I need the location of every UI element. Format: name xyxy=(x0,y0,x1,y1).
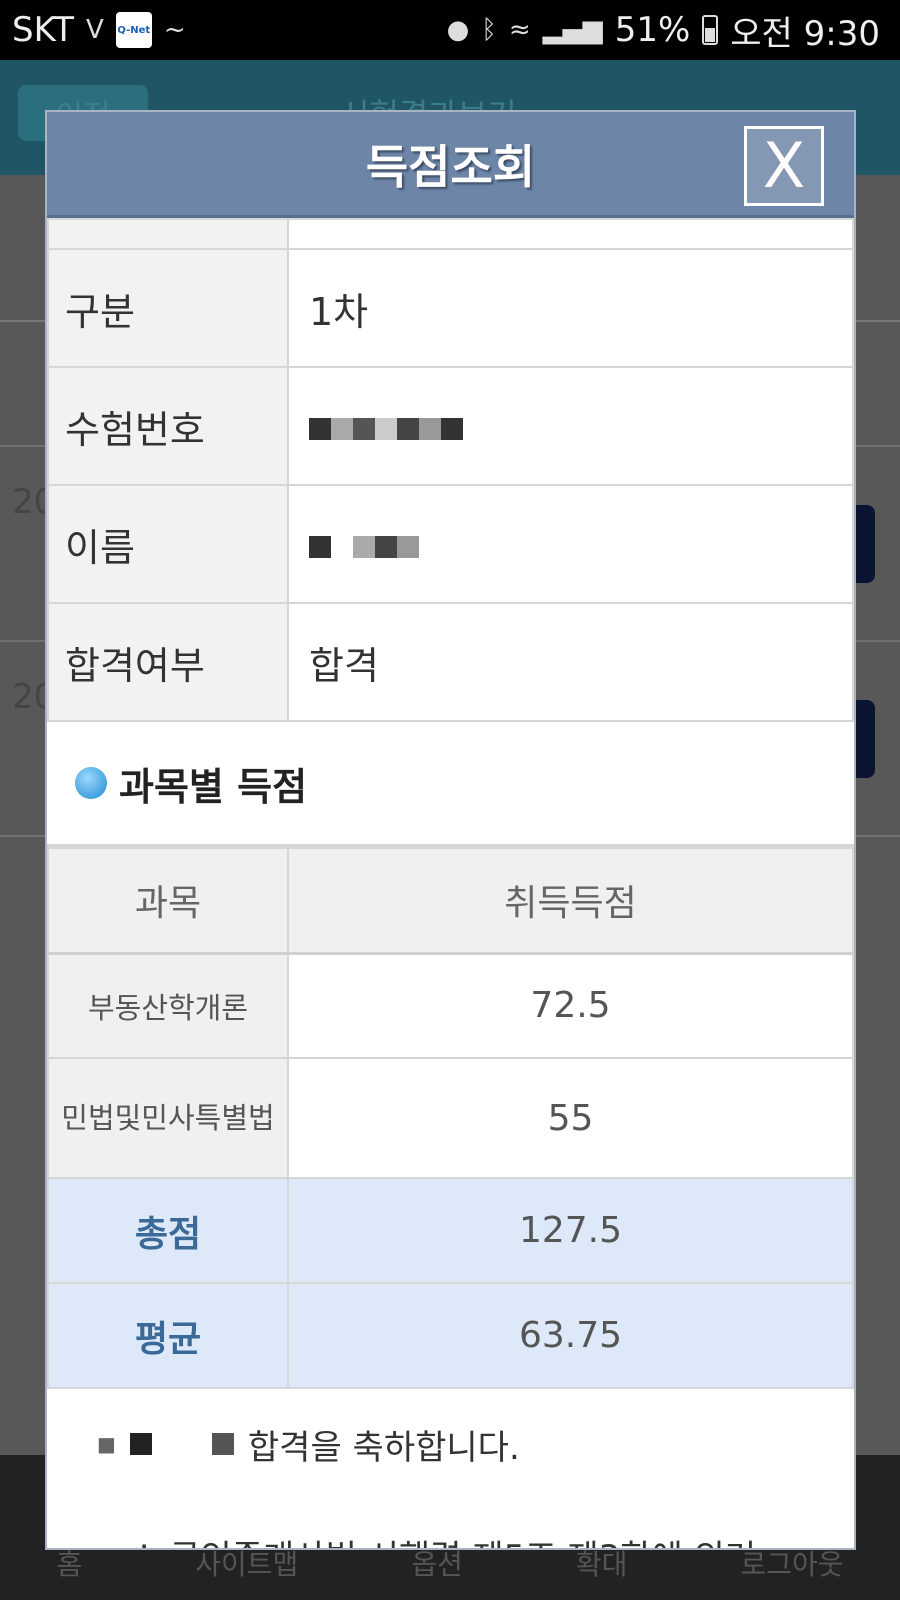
status-right: ● ᛒ ≈ ▂▄▆ 51% 오전 9:30 xyxy=(447,6,880,55)
close-button[interactable]: X xyxy=(744,126,824,206)
location-icon: ● xyxy=(446,15,470,45)
total-label: 총점 xyxy=(47,1177,289,1284)
exam-info-table: 구분 1차 수험번호 이름 합격여부 합격 xyxy=(47,218,854,722)
redacted-name xyxy=(309,523,419,567)
info-value-pass: 합격 xyxy=(287,602,854,722)
column-header-subject: 과목 xyxy=(47,847,289,955)
signal-icon: ▂▄▆ xyxy=(542,15,603,45)
subject-score: 72.5 xyxy=(287,952,854,1059)
battery-icon xyxy=(702,15,719,45)
section-title: 과목별 득점 xyxy=(119,764,308,809)
modal-title: 득점조회 xyxy=(365,139,536,194)
subject-score-table: 과목 취득득점 부동산학개론 72.5 민법및민사특별법 55 총점 127.5… xyxy=(47,847,854,1389)
subject-name: 부동산학개론 xyxy=(47,952,289,1059)
wifi-icon: ≈ xyxy=(508,15,531,45)
info-value-exam-number xyxy=(287,366,854,486)
subject-score-section-header: 과목별 득점 xyxy=(47,722,854,847)
info-value-name xyxy=(287,484,854,604)
redacted-exam-number xyxy=(309,405,463,449)
table-header-row: 과목 취득득점 xyxy=(47,847,854,955)
close-icon: X xyxy=(762,129,806,202)
subject-score: 55 xyxy=(287,1057,854,1179)
bullet-dot-icon xyxy=(75,767,107,799)
info-label-exam-number: 수험번호 xyxy=(47,366,289,486)
average-row: 평균 63.75 xyxy=(47,1282,854,1389)
info-label-category: 구분 xyxy=(47,248,289,368)
congrats-note: ■ 합격을 축하합니다. xyxy=(47,1389,854,1499)
total-row: 총점 127.5 xyxy=(47,1177,854,1284)
swype-icon: ~ xyxy=(163,15,186,45)
score-modal: 득점조회 X 구분 1차 수험번호 이름 합격여부 합격 과목별 득점 과목 취… xyxy=(45,110,856,1550)
status-bar: SKT V Q-Net ~ ● ᛒ ≈ ▂▄▆ 51% 오전 9:30 xyxy=(0,0,900,60)
table-row: 합격여부 합격 xyxy=(47,602,854,722)
subject-name: 민법및민사특별법 xyxy=(47,1057,289,1179)
info-label-name: 이름 xyxy=(47,484,289,604)
qnet-app-icon: Q-Net xyxy=(115,12,152,48)
average-value: 63.75 xyxy=(287,1282,854,1389)
legal-text: ※ 공인중개사법 시행령 제5조 제3항에 의거 xyxy=(130,1530,756,1549)
status-left: SKT V Q-Net ~ xyxy=(12,10,186,50)
clock: 오전 9:30 xyxy=(730,13,880,54)
table-row: 수험번호 xyxy=(47,366,854,486)
info-value-category: 1차 xyxy=(287,248,854,368)
average-label: 평균 xyxy=(47,1282,289,1389)
table-row xyxy=(47,218,854,250)
info-label-pass: 합격여부 xyxy=(47,602,289,722)
redacted-name-inline xyxy=(129,1424,234,1464)
volte-icon: V xyxy=(86,15,104,45)
table-row: 이름 xyxy=(47,484,854,604)
total-value: 127.5 xyxy=(287,1177,854,1284)
table-row: 부동산학개론 72.5 xyxy=(47,952,854,1059)
column-header-score: 취득득점 xyxy=(287,847,854,955)
carrier-label: SKT xyxy=(12,10,75,50)
modal-header: 득점조회 X xyxy=(47,112,854,218)
congrats-text: 합격을 축하합니다. xyxy=(247,1427,520,1468)
bullet-icon: ■ xyxy=(97,1432,116,1456)
legal-note: ■ ※ 공인중개사법 시행령 제5조 제3항에 의거 xyxy=(47,1499,854,1549)
bluetooth-icon: ᛒ xyxy=(481,15,497,45)
table-row: 구분 1차 xyxy=(47,248,854,368)
battery-percent: 51% xyxy=(614,10,691,50)
table-row: 민법및민사특별법 55 xyxy=(47,1057,854,1179)
bullet-icon: ■ xyxy=(97,1542,116,1548)
